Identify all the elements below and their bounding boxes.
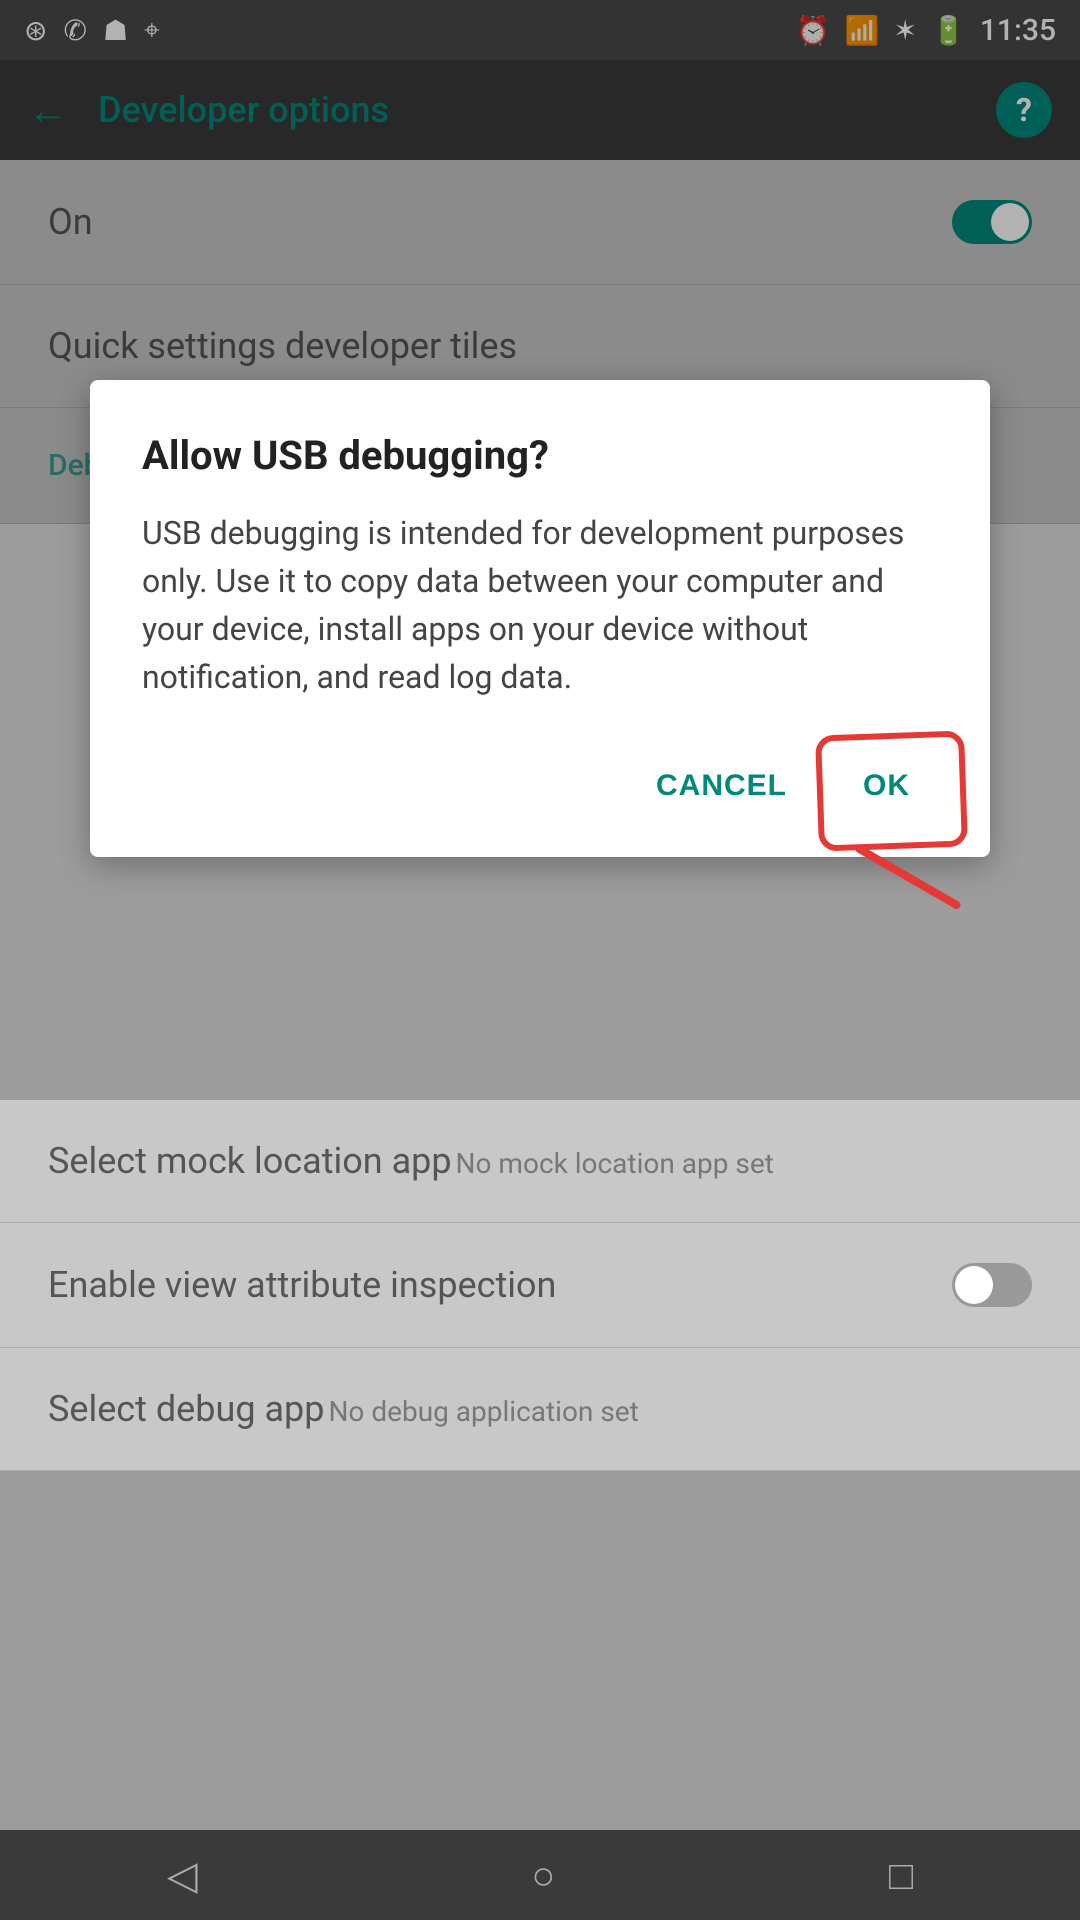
view-attribute-thumb	[955, 1266, 993, 1304]
back-nav-icon[interactable]: ◁	[167, 1852, 198, 1899]
view-attribute-label: Enable view attribute inspection	[48, 1264, 556, 1306]
debug-app-sub: No debug application set	[328, 1395, 638, 1428]
settings-below-dialog: Select mock location app No mock locatio…	[0, 1100, 1080, 1471]
view-attribute-toggle[interactable]	[952, 1263, 1032, 1307]
red-marker-decoration	[854, 844, 962, 911]
usb-debug-dialog: Allow USB debugging? USB debugging is in…	[90, 380, 990, 857]
view-attribute-section: Enable view attribute inspection	[0, 1223, 1080, 1348]
dialog-buttons: CANCEL OK	[142, 751, 938, 821]
mock-location-label: Select mock location app	[48, 1140, 452, 1182]
bottom-nav: ◁ ○ □	[0, 1830, 1080, 1920]
cancel-button[interactable]: CANCEL	[628, 751, 815, 821]
dialog-title: Allow USB debugging?	[142, 432, 938, 479]
debug-app-section[interactable]: Select debug app No debug application se…	[0, 1348, 1080, 1471]
ok-button-wrapper: OK	[835, 751, 938, 821]
debug-app-label: Select debug app	[48, 1388, 324, 1430]
mock-location-sub: No mock location app set	[456, 1147, 774, 1180]
dialog-body: USB debugging is intended for developmen…	[142, 509, 938, 701]
mock-location-section[interactable]: Select mock location app No mock locatio…	[0, 1100, 1080, 1223]
ok-button[interactable]: OK	[835, 751, 938, 821]
dialog-overlay: Allow USB debugging? USB debugging is in…	[0, 0, 1080, 1920]
home-nav-icon[interactable]: ○	[531, 1852, 555, 1899]
recent-nav-icon[interactable]: □	[889, 1852, 913, 1899]
